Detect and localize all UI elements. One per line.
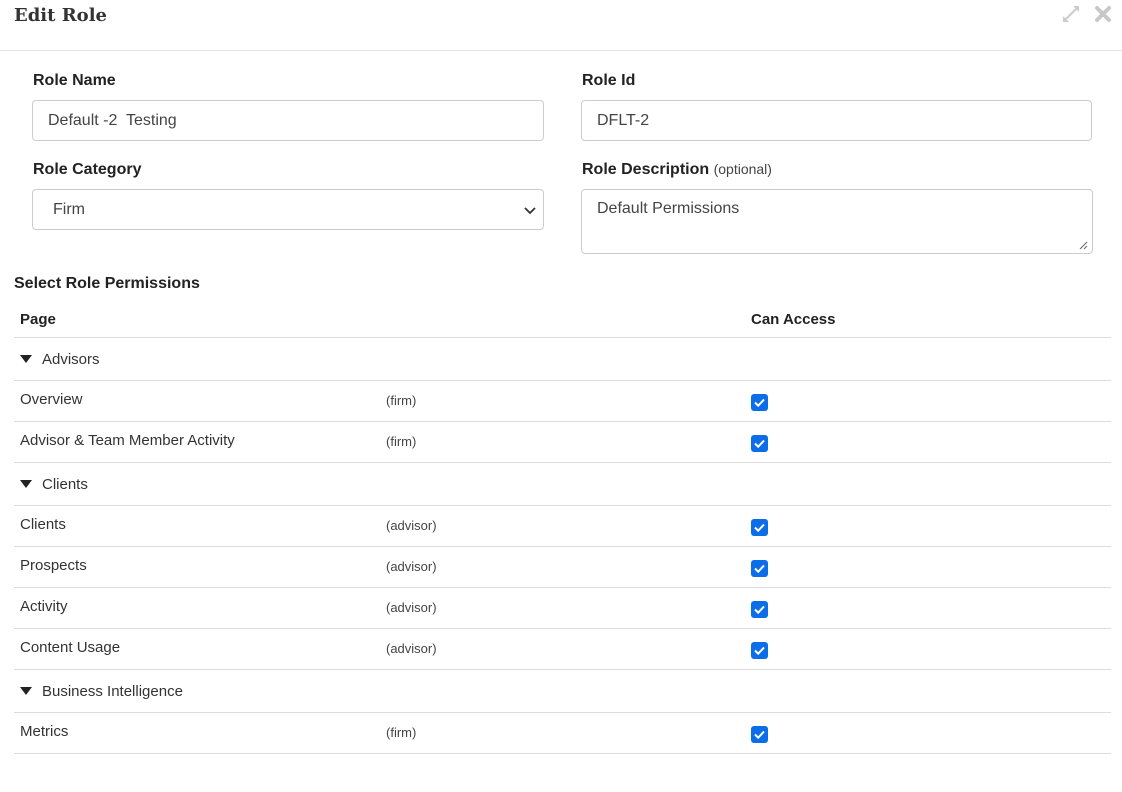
checkmark-icon <box>754 730 765 740</box>
group-row-clients[interactable]: Clients <box>14 463 1111 506</box>
close-icon[interactable] <box>1092 3 1114 25</box>
scope-label: (firm) <box>386 434 417 449</box>
scope-label: (advisor) <box>386 559 437 574</box>
page-label: Overview <box>20 391 83 408</box>
group-row-business-intelligence[interactable]: Business Intelligence <box>14 670 1111 713</box>
table-row: Metrics (firm) <box>14 713 1111 754</box>
scope-label: (firm) <box>386 393 417 408</box>
role-id-label: Role Id <box>582 72 636 89</box>
access-checkbox[interactable] <box>751 601 768 618</box>
access-checkbox[interactable] <box>751 726 768 743</box>
page-label: Prospects <box>20 557 87 574</box>
role-name-input[interactable] <box>32 100 544 141</box>
role-name-label: Role Name <box>33 72 116 89</box>
page-label: Advisor & Team Member Activity <box>20 432 235 449</box>
access-checkbox[interactable] <box>751 642 768 659</box>
expand-icon[interactable] <box>1060 3 1082 25</box>
checkmark-icon <box>754 564 765 574</box>
access-checkbox[interactable] <box>751 519 768 536</box>
access-checkbox[interactable] <box>751 394 768 411</box>
page-label: Activity <box>20 598 68 615</box>
role-description-input[interactable]: Default Permissions <box>581 189 1093 254</box>
role-description-label-text: Role Description <box>582 161 710 178</box>
permissions-title: Select Role Permissions <box>14 275 200 292</box>
table-row: Clients (advisor) <box>14 506 1111 547</box>
dialog-header: Edit Role <box>0 0 1122 51</box>
resize-grip-icon[interactable] <box>1078 240 1088 250</box>
optional-hint: (optional) <box>713 161 772 177</box>
access-checkbox[interactable] <box>751 435 768 452</box>
checkmark-icon <box>754 605 765 615</box>
group-label: Advisors <box>42 351 100 368</box>
role-description-label: Role Description (optional) <box>582 161 772 179</box>
column-header-page: Page <box>20 311 56 328</box>
group-row-advisors[interactable]: Advisors <box>14 338 1111 381</box>
scope-label: (advisor) <box>386 518 437 533</box>
scope-label: (advisor) <box>386 600 437 615</box>
column-header-can-access: Can Access <box>751 311 836 328</box>
access-checkbox[interactable] <box>751 560 768 577</box>
page-label: Clients <box>20 516 66 533</box>
page-label: Content Usage <box>20 639 121 656</box>
role-category-label: Role Category <box>33 161 142 178</box>
page-label: Metrics <box>20 723 69 740</box>
caret-down-icon[interactable] <box>20 480 32 489</box>
table-row: Overview (firm) <box>14 381 1111 422</box>
permissions-table: Page Can Access Advisors Overview (firm)… <box>14 300 1111 754</box>
caret-down-icon[interactable] <box>20 687 32 696</box>
role-id-input[interactable] <box>581 100 1092 141</box>
scope-label: (firm) <box>386 725 417 740</box>
scope-label: (advisor) <box>386 641 437 656</box>
dialog-title: Edit Role <box>14 5 107 26</box>
table-row: Advisor & Team Member Activity (firm) <box>14 422 1111 463</box>
checkmark-icon <box>754 439 765 449</box>
chevron-down-icon <box>524 207 536 215</box>
table-row: Prospects (advisor) <box>14 547 1111 588</box>
caret-down-icon[interactable] <box>20 355 32 364</box>
group-label: Clients <box>42 476 88 493</box>
table-row: Activity (advisor) <box>14 588 1111 629</box>
role-category-value: Firm <box>53 201 85 218</box>
checkmark-icon <box>754 646 765 656</box>
role-category-select[interactable]: Firm <box>32 189 544 230</box>
group-label: Business Intelligence <box>42 683 183 700</box>
checkmark-icon <box>754 523 765 533</box>
table-header: Page Can Access <box>14 300 1111 338</box>
checkmark-icon <box>754 398 765 408</box>
table-row: Content Usage (advisor) <box>14 629 1111 670</box>
